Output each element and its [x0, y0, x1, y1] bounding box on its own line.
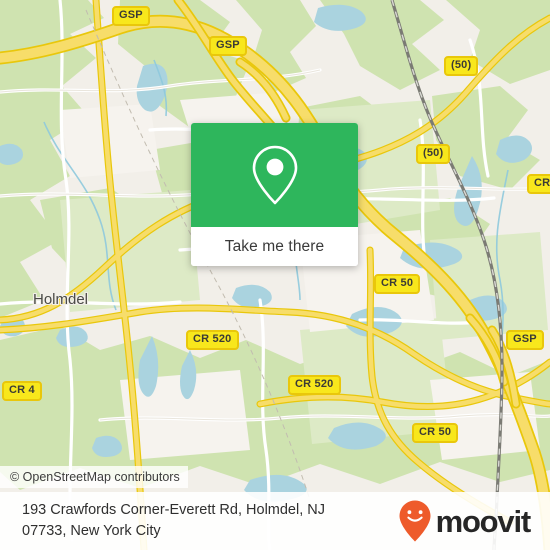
moovit-wordmark: moovit — [435, 503, 532, 539]
road-shield-cr4[interactable]: CR 4 — [2, 381, 42, 401]
place-label-holmdel: Holmdel — [33, 291, 89, 308]
road-shield-gsp-3[interactable]: GSP — [506, 330, 544, 350]
footer-bar: 193 Crawfords Corner-Everett Rd, Holmdel… — [0, 492, 550, 550]
road-shield-cr50-2[interactable]: CR 50 — [412, 423, 459, 443]
callout-body: Take me there — [191, 123, 358, 266]
road-shield-cr520-2[interactable]: CR 520 — [288, 375, 341, 395]
road-shield-gsp-1[interactable]: GSP — [112, 6, 150, 26]
road-shield-cr[interactable]: CR — [527, 174, 550, 194]
take-me-there-button[interactable]: Take me there — [225, 238, 325, 256]
map-canvas[interactable]: Holmdel GSP GSP (50) (50) CR CR 50 CR 52… — [0, 0, 550, 550]
map-pin-icon — [252, 145, 297, 205]
callout-header — [191, 123, 358, 227]
road-shield-50-1[interactable]: (50) — [444, 56, 479, 76]
road-shield-gsp-2[interactable]: GSP — [209, 36, 247, 56]
road-shield-cr520-1[interactable]: CR 520 — [186, 330, 239, 350]
road-shield-cr50-1[interactable]: CR 50 — [374, 274, 421, 294]
moovit-logo[interactable]: moovit — [398, 499, 536, 543]
map-callout-card[interactable]: Take me there — [191, 123, 358, 266]
address-text: 193 Crawfords Corner-Everett Rd, Holmdel… — [22, 500, 398, 542]
map-page: Holmdel GSP GSP (50) (50) CR CR 50 CR 52… — [0, 0, 550, 550]
callout-footer[interactable]: Take me there — [191, 227, 358, 266]
address-line-2: 07733, New York City — [22, 523, 161, 539]
address-line-1: 193 Crawfords Corner-Everett Rd, Holmdel… — [22, 502, 325, 518]
moovit-pin-smiley-icon — [399, 500, 431, 542]
road-shield-50-2[interactable]: (50) — [416, 144, 451, 164]
osm-attribution[interactable]: © OpenStreetMap contributors — [0, 466, 188, 488]
